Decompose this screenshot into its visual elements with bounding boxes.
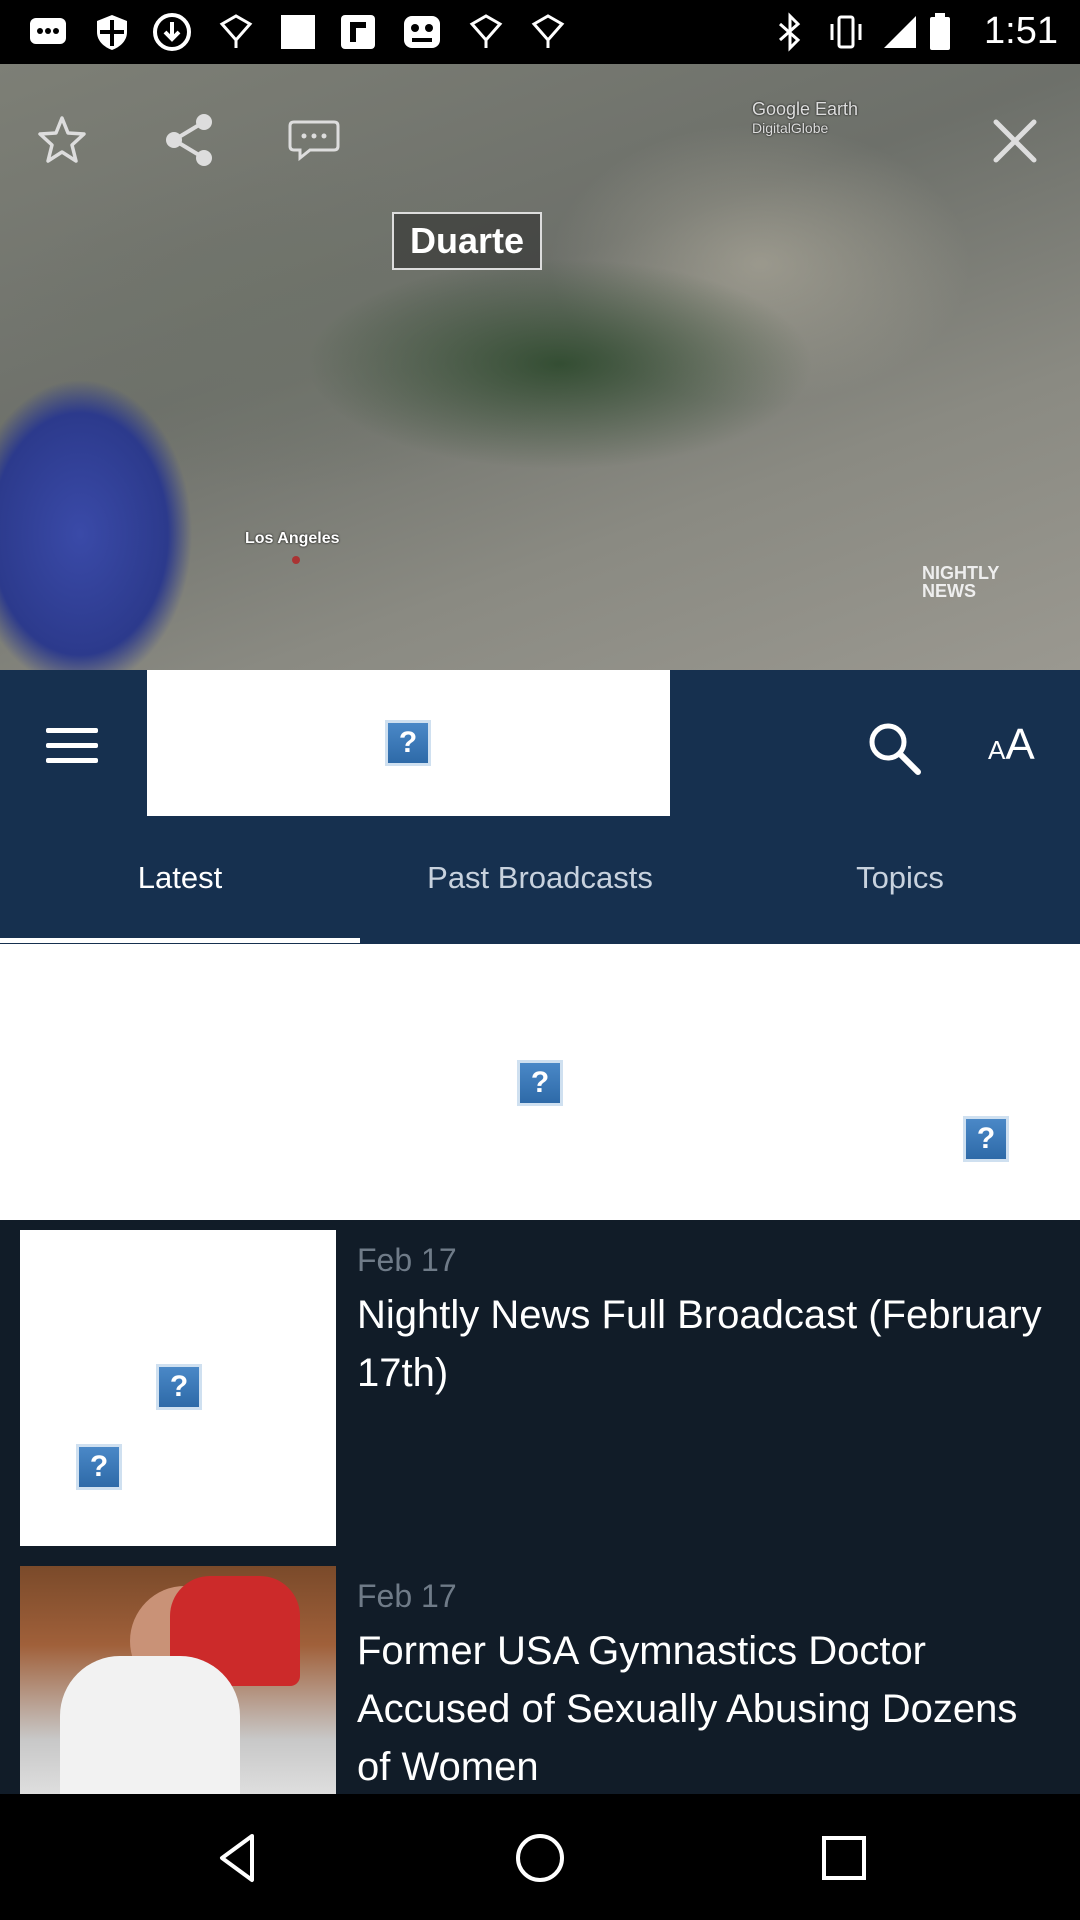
signal-icon — [884, 16, 916, 48]
comment-icon[interactable] — [288, 118, 340, 162]
app-logo: ? — [147, 670, 670, 816]
broken-image-icon: ? — [76, 1444, 122, 1490]
shield-icon — [97, 15, 127, 50]
broken-image-icon: ? — [385, 720, 431, 766]
tab-indicator — [0, 938, 360, 943]
download-icon — [153, 13, 191, 51]
square-icon — [281, 15, 315, 49]
game-icon — [404, 16, 440, 48]
story-thumbnail — [20, 1566, 336, 1794]
broken-image-icon: ? — [156, 1364, 202, 1410]
bluetooth-icon — [779, 12, 801, 52]
story-list[interactable]: ? ? Feb 17 Nightly News Full Broadcast (… — [0, 1220, 1080, 1794]
tab-latest[interactable]: Latest — [0, 860, 360, 910]
bulb-icon — [219, 14, 253, 48]
map-label: Duarte — [392, 212, 543, 270]
story-date: Feb 17 — [357, 1578, 457, 1614]
messages-icon — [30, 18, 66, 44]
home-icon[interactable] — [510, 1828, 570, 1888]
brand-watermark: NIGHTLY NEWS — [922, 563, 1000, 601]
clock: 1:51 — [984, 10, 1058, 52]
close-icon[interactable] — [990, 116, 1040, 166]
city-label: Los Angeles — [245, 530, 340, 547]
app-bar: ? AA Latest Past Broadcasts Topics — [0, 670, 1080, 944]
search-icon[interactable] — [864, 718, 924, 778]
tab-topics[interactable]: Topics — [720, 860, 1080, 910]
menu-icon[interactable] — [46, 728, 98, 768]
story-thumbnail: ? ? — [20, 1230, 336, 1546]
recents-icon[interactable] — [814, 1828, 874, 1888]
status-bar: 1:51 — [0, 0, 1080, 64]
story-title: Nightly News Full Broadcast (February 17… — [357, 1293, 1042, 1395]
broken-image-icon: ? — [517, 1060, 563, 1106]
share-icon[interactable] — [162, 112, 218, 168]
navigation-bar — [0, 1794, 1080, 1920]
flipboard-icon — [341, 15, 375, 49]
video-watermark: Google Earth DigitalGlobe — [752, 99, 859, 136]
list-item[interactable]: Feb 17 Former USA Gymnastics Doctor Accu… — [0, 1566, 1080, 1794]
story-title: Former USA Gymnastics Doctor Accused of … — [357, 1629, 1018, 1789]
bulb-icon — [469, 14, 503, 48]
tab-past-broadcasts[interactable]: Past Broadcasts — [360, 860, 720, 910]
person-body — [60, 1656, 240, 1794]
list-item[interactable]: ? ? Feb 17 Nightly News Full Broadcast (… — [0, 1230, 1080, 1546]
broken-image-icon: ? — [963, 1116, 1009, 1162]
video-player[interactable]: Google Earth DigitalGlobe Duarte Los Ange… — [0, 64, 1080, 670]
font-size-button[interactable]: AA — [988, 720, 1035, 770]
bulb-icon — [531, 14, 565, 48]
ad-banner[interactable]: ? ? — [0, 944, 1080, 1220]
city-marker — [292, 556, 300, 564]
star-icon[interactable] — [36, 114, 88, 166]
back-icon[interactable] — [208, 1828, 268, 1888]
story-date: Feb 17 — [357, 1242, 457, 1278]
vibrate-icon — [830, 15, 862, 49]
battery-icon — [930, 13, 950, 50]
